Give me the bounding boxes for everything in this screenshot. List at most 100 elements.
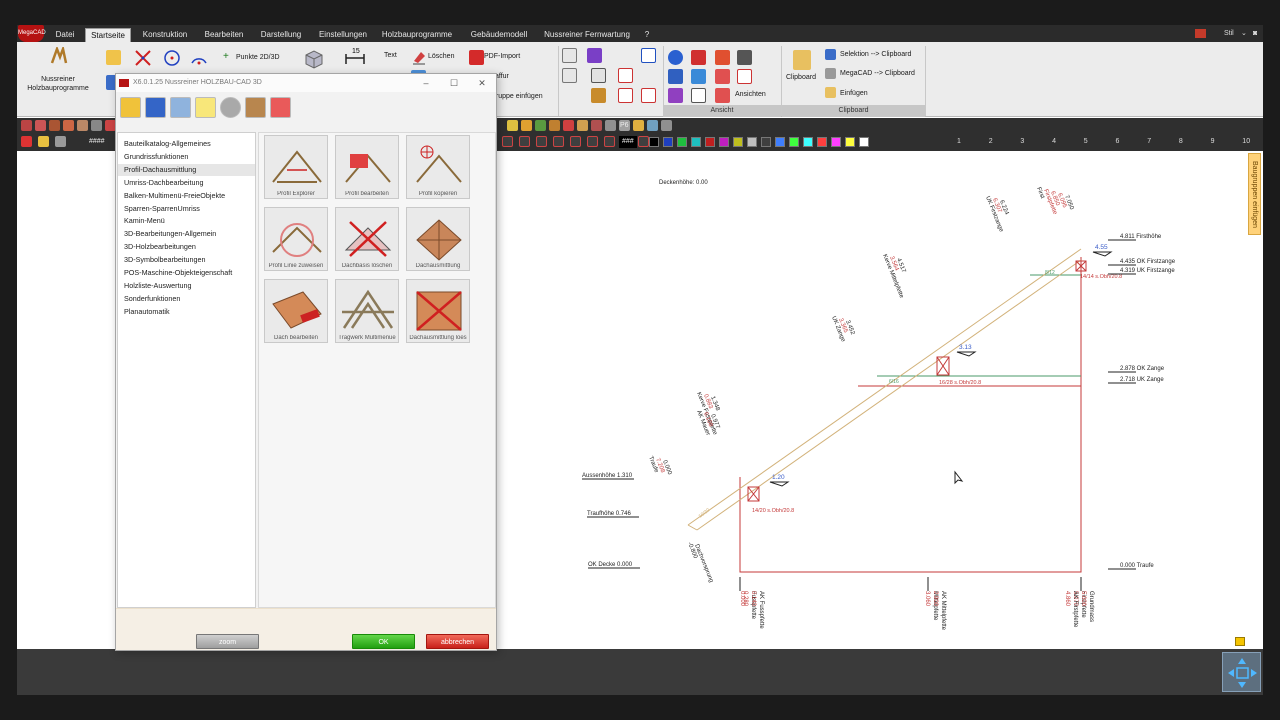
pdf-icon[interactable] bbox=[469, 50, 484, 65]
help-icon[interactable]: ◙ bbox=[1253, 28, 1257, 40]
tab-startseite[interactable]: Startseite bbox=[85, 28, 131, 42]
zoom-tool-icon[interactable] bbox=[553, 136, 564, 147]
3d-box-icon[interactable] bbox=[303, 48, 325, 72]
menu-item[interactable]: Holzliste-Auswertung bbox=[124, 280, 192, 292]
arc-icon[interactable] bbox=[190, 49, 208, 69]
toolbar-tool-icon[interactable] bbox=[591, 120, 602, 131]
style-label[interactable]: Stil bbox=[1224, 28, 1234, 40]
color-swatch[interactable] bbox=[719, 137, 729, 147]
color-swatch[interactable] bbox=[831, 137, 841, 147]
menu-item[interactable]: Bauteilkatalog-Allgemeines bbox=[124, 138, 211, 150]
toolbar-tool-icon[interactable] bbox=[521, 120, 532, 131]
color-swatch[interactable] bbox=[649, 137, 659, 147]
office-icon[interactable] bbox=[1195, 29, 1206, 38]
toolbar-tool-icon[interactable] bbox=[35, 120, 46, 131]
punkte-2d3d-button[interactable]: Punkte 2D/3D bbox=[236, 53, 280, 62]
close-icon[interactable]: ✕ bbox=[468, 74, 496, 92]
snap-tool-icon[interactable] bbox=[21, 136, 32, 147]
clipboard-button[interactable]: Clipboard bbox=[786, 73, 816, 82]
render-icon[interactable] bbox=[668, 69, 683, 84]
coordinate-field[interactable]: #### bbox=[89, 136, 105, 148]
toolbar-tool-icon[interactable] bbox=[605, 120, 616, 131]
menu-item[interactable]: Profil-Dachausmittlung bbox=[118, 163, 255, 176]
chevron-down-icon[interactable]: ⌄ bbox=[1241, 28, 1247, 40]
toolbar-tool-icon[interactable] bbox=[661, 120, 672, 131]
camera-icon[interactable] bbox=[737, 50, 752, 65]
snap-tool-icon[interactable] bbox=[55, 136, 66, 147]
color-swatch[interactable] bbox=[677, 137, 687, 147]
list-icon[interactable] bbox=[715, 88, 730, 103]
text-button[interactable]: Text bbox=[384, 51, 397, 60]
arrow-icon[interactable] bbox=[737, 69, 752, 84]
function-tile[interactable]: Tragwerk Multimenue bbox=[335, 279, 399, 343]
function-tile[interactable]: Profil kopieren bbox=[406, 135, 470, 199]
color-swatch[interactable] bbox=[761, 137, 771, 147]
toolbar-tool-icon[interactable] bbox=[563, 120, 574, 131]
frame-icon[interactable] bbox=[618, 68, 633, 83]
scissors-icon[interactable] bbox=[691, 50, 706, 65]
folder-open-icon[interactable] bbox=[106, 50, 121, 65]
toolbar-tool-icon[interactable] bbox=[91, 120, 102, 131]
color-swatch[interactable] bbox=[747, 137, 757, 147]
line-width-field[interactable]: ### bbox=[619, 136, 637, 148]
tab-bearbeiten[interactable]: Bearbeiten bbox=[199, 28, 249, 42]
toolbar-tool-icon[interactable] bbox=[633, 120, 644, 131]
dimension-icon[interactable]: 15 bbox=[343, 46, 367, 72]
function-tile[interactable]: Dachbasis löschen bbox=[335, 207, 399, 271]
folder-tree-icon[interactable] bbox=[170, 97, 191, 118]
number-6-icon[interactable] bbox=[618, 88, 633, 103]
folder-icon[interactable] bbox=[120, 97, 141, 118]
menu-item[interactable]: Planautomatik bbox=[124, 306, 170, 318]
color-swatch[interactable] bbox=[775, 137, 785, 147]
loeschen-button[interactable]: Löschen bbox=[428, 52, 454, 61]
maximize-icon[interactable]: ☐ bbox=[440, 74, 468, 92]
menu-item[interactable]: Balken-Multimenü-FreieObjekte bbox=[124, 190, 225, 202]
clipboard-icon[interactable] bbox=[793, 50, 811, 70]
views-multi-icon[interactable] bbox=[715, 69, 730, 84]
tab-konstruktion[interactable]: Konstruktion bbox=[137, 28, 193, 42]
zoom-tool-icon[interactable] bbox=[638, 136, 649, 147]
gear-icon[interactable] bbox=[220, 97, 241, 118]
zoom-tool-icon[interactable] bbox=[604, 136, 615, 147]
color-swatch[interactable] bbox=[845, 137, 855, 147]
eraser-icon[interactable] bbox=[411, 49, 427, 67]
zoom-tool-icon[interactable] bbox=[536, 136, 547, 147]
toolbar-tool-icon[interactable] bbox=[63, 120, 74, 131]
menu-item[interactable]: Grundrissfunktionen bbox=[124, 151, 188, 163]
sphere-icon[interactable] bbox=[668, 50, 683, 65]
tab-darstellung[interactable]: Darstellung bbox=[255, 28, 307, 42]
color-swatch[interactable] bbox=[705, 137, 715, 147]
selektion-clipboard-button[interactable]: Selektion --> Clipboard bbox=[840, 50, 911, 59]
function-tile[interactable]: Profil Linie zuweisen bbox=[264, 207, 328, 271]
menu-item[interactable]: Umriss-Dachbearbeitung bbox=[124, 177, 204, 189]
einfuegen-button[interactable]: Einfügen bbox=[840, 89, 868, 98]
toolbar-tool-icon[interactable] bbox=[647, 120, 658, 131]
line-cross-icon[interactable] bbox=[134, 49, 152, 69]
2d-3d-icon[interactable] bbox=[641, 48, 656, 63]
zoom-tool-icon[interactable] bbox=[587, 136, 598, 147]
toolbar-tool-icon[interactable] bbox=[507, 120, 518, 131]
user-icon[interactable] bbox=[245, 97, 266, 118]
cancel-button[interactable]: abbrechen bbox=[426, 634, 489, 649]
megacad-clipboard-button[interactable]: MegaCAD --> Clipboard bbox=[840, 69, 915, 78]
hierarchy-icon[interactable] bbox=[591, 88, 606, 103]
zoom-button[interactable]: zoom bbox=[196, 634, 259, 649]
toolbar-tool-icon[interactable] bbox=[549, 120, 560, 131]
toolbar-tool-icon[interactable] bbox=[21, 120, 32, 131]
baugruppen-einfuegen-tab[interactable]: Baugruppen einfügen bbox=[1248, 153, 1261, 235]
zoom-tool-icon[interactable] bbox=[570, 136, 581, 147]
app-logo[interactable]: MegaCAD bbox=[18, 25, 46, 42]
color-swatch[interactable] bbox=[663, 137, 673, 147]
color-swatch[interactable] bbox=[859, 137, 869, 147]
function-tile[interactable]: Profil Explorer bbox=[264, 135, 328, 199]
function-tile[interactable]: Dach bearbeiten bbox=[264, 279, 328, 343]
schraffur-button[interactable]: affur bbox=[495, 72, 509, 81]
save-icon[interactable] bbox=[145, 97, 166, 118]
plus-icon[interactable]: + bbox=[223, 52, 229, 62]
navigation-cube[interactable] bbox=[1222, 652, 1261, 692]
pattern-icon[interactable] bbox=[587, 48, 602, 63]
ansichten-button[interactable]: Ansichten bbox=[735, 90, 766, 99]
menu-item[interactable]: Kamin-Menü bbox=[124, 215, 165, 227]
snap-tool-icon[interactable] bbox=[38, 136, 49, 147]
pdf-import-button[interactable]: PDF-Import bbox=[484, 52, 520, 61]
